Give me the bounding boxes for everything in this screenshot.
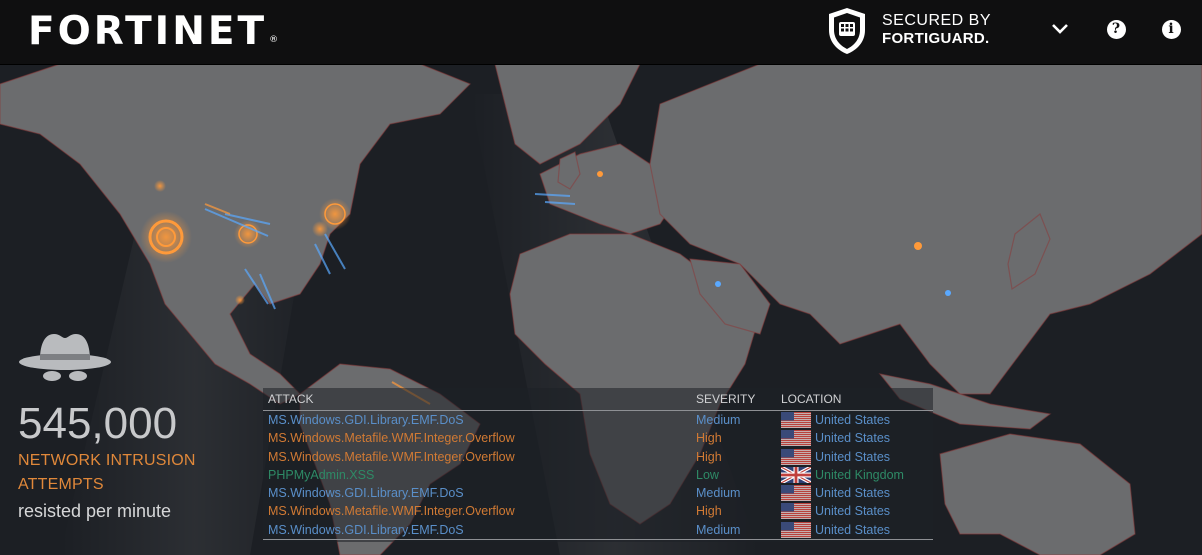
table-row[interactable]: MS.Windows.Metafile.WMF.Integer.Overflow… [263,429,933,447]
table-row[interactable]: PHPMyAdmin.XSS Low United Kingdom [263,466,933,484]
table-row[interactable]: MS.Windows.GDI.Library.EMF.DoS Medium Unit… [263,484,933,502]
intrusion-stats: 545,000 NETWORK INTRUSION ATTEMPTS resis… [18,330,196,522]
severity: Low [696,467,719,482]
attack-table-header: ATTACK SEVERITY LOCATION [263,388,933,411]
us-flag-icon [781,448,811,465]
chevron-down-icon [1052,24,1068,34]
severity: Medium [696,522,741,537]
intrusion-count: 545,000 [18,399,178,448]
attack-name[interactable]: MS.Windows.Metafile.WMF.Integer.Overflow [268,431,515,445]
help-button[interactable]: ? [1103,16,1129,42]
location: United States [815,486,891,501]
col-attack: ATTACK [268,392,314,406]
severity: High [696,431,722,446]
attack-table: ATTACK SEVERITY LOCATION MS.Windows.GDI.… [263,388,933,543]
us-flag-icon [781,412,811,428]
location: United States [815,522,891,537]
intrusion-label-line2: ATTEMPTS [18,476,104,493]
location: United States [815,504,891,519]
col-severity: SEVERITY [696,392,756,406]
intrusion-label-line1: NETWORK INTRUSION [18,452,196,469]
info-icon: i [1161,19,1181,39]
attack-name[interactable]: MS.Windows.GDI.Library.EMF.DoS [268,523,464,537]
col-location: LOCATION [781,392,842,406]
attack-name[interactable]: MS.Windows.Metafile.WMF.Integer.Overflow [268,450,515,464]
location: United Kingdom [815,467,904,482]
intrusion-subtitle: resisted per minute [18,501,172,521]
info-button[interactable]: i [1158,16,1184,42]
location: United States [815,413,891,427]
table-row[interactable]: MS.Windows.GDI.Library.EMF.DoS Medium Unit… [263,411,933,429]
attack-name[interactable]: PHPMyAdmin.XSS [268,468,374,482]
uk-flag-icon [781,466,811,483]
fortiguard-shield-icon [829,8,865,54]
table-row[interactable]: MS.Windows.Metafile.WMF.Integer.Overflow… [263,448,933,466]
menu-dropdown-button[interactable] [1047,16,1073,42]
location: United States [815,431,891,446]
attack-name[interactable]: MS.Windows.GDI.Library.EMF.DoS [268,413,464,427]
spy-hat-icon [19,334,111,381]
us-flag-icon [781,430,811,447]
help-icon: ? [1106,19,1126,39]
us-flag-icon [781,503,811,520]
top-bar: FORTINET ® SECURED BY FORTIGUARD. ? i [0,0,1202,64]
severity: Medium [696,486,741,501]
severity: Medium [696,413,741,427]
table-row[interactable]: MS.Windows.Metafile.WMF.Integer.Overflow… [263,502,933,520]
table-row[interactable]: MS.Windows.GDI.Library.EMF.DoS Medium Unit… [263,521,933,539]
attack-name[interactable]: MS.Windows.GDI.Library.EMF.DoS [268,486,464,500]
us-flag-icon [781,485,811,502]
attack-name[interactable]: MS.Windows.Metafile.WMF.Integer.Overflow [268,504,515,518]
location: United States [815,449,891,464]
attack-table-body: MS.Windows.GDI.Library.EMF.DoS Medium Unit… [263,411,933,539]
severity: High [696,504,722,519]
severity: High [696,449,722,464]
fortinet-logo[interactable]: FORTINET ® [28,9,278,54]
secured-by-fortiguard: SECURED BY FORTIGUARD. [882,12,992,47]
us-flag-icon [781,521,811,538]
